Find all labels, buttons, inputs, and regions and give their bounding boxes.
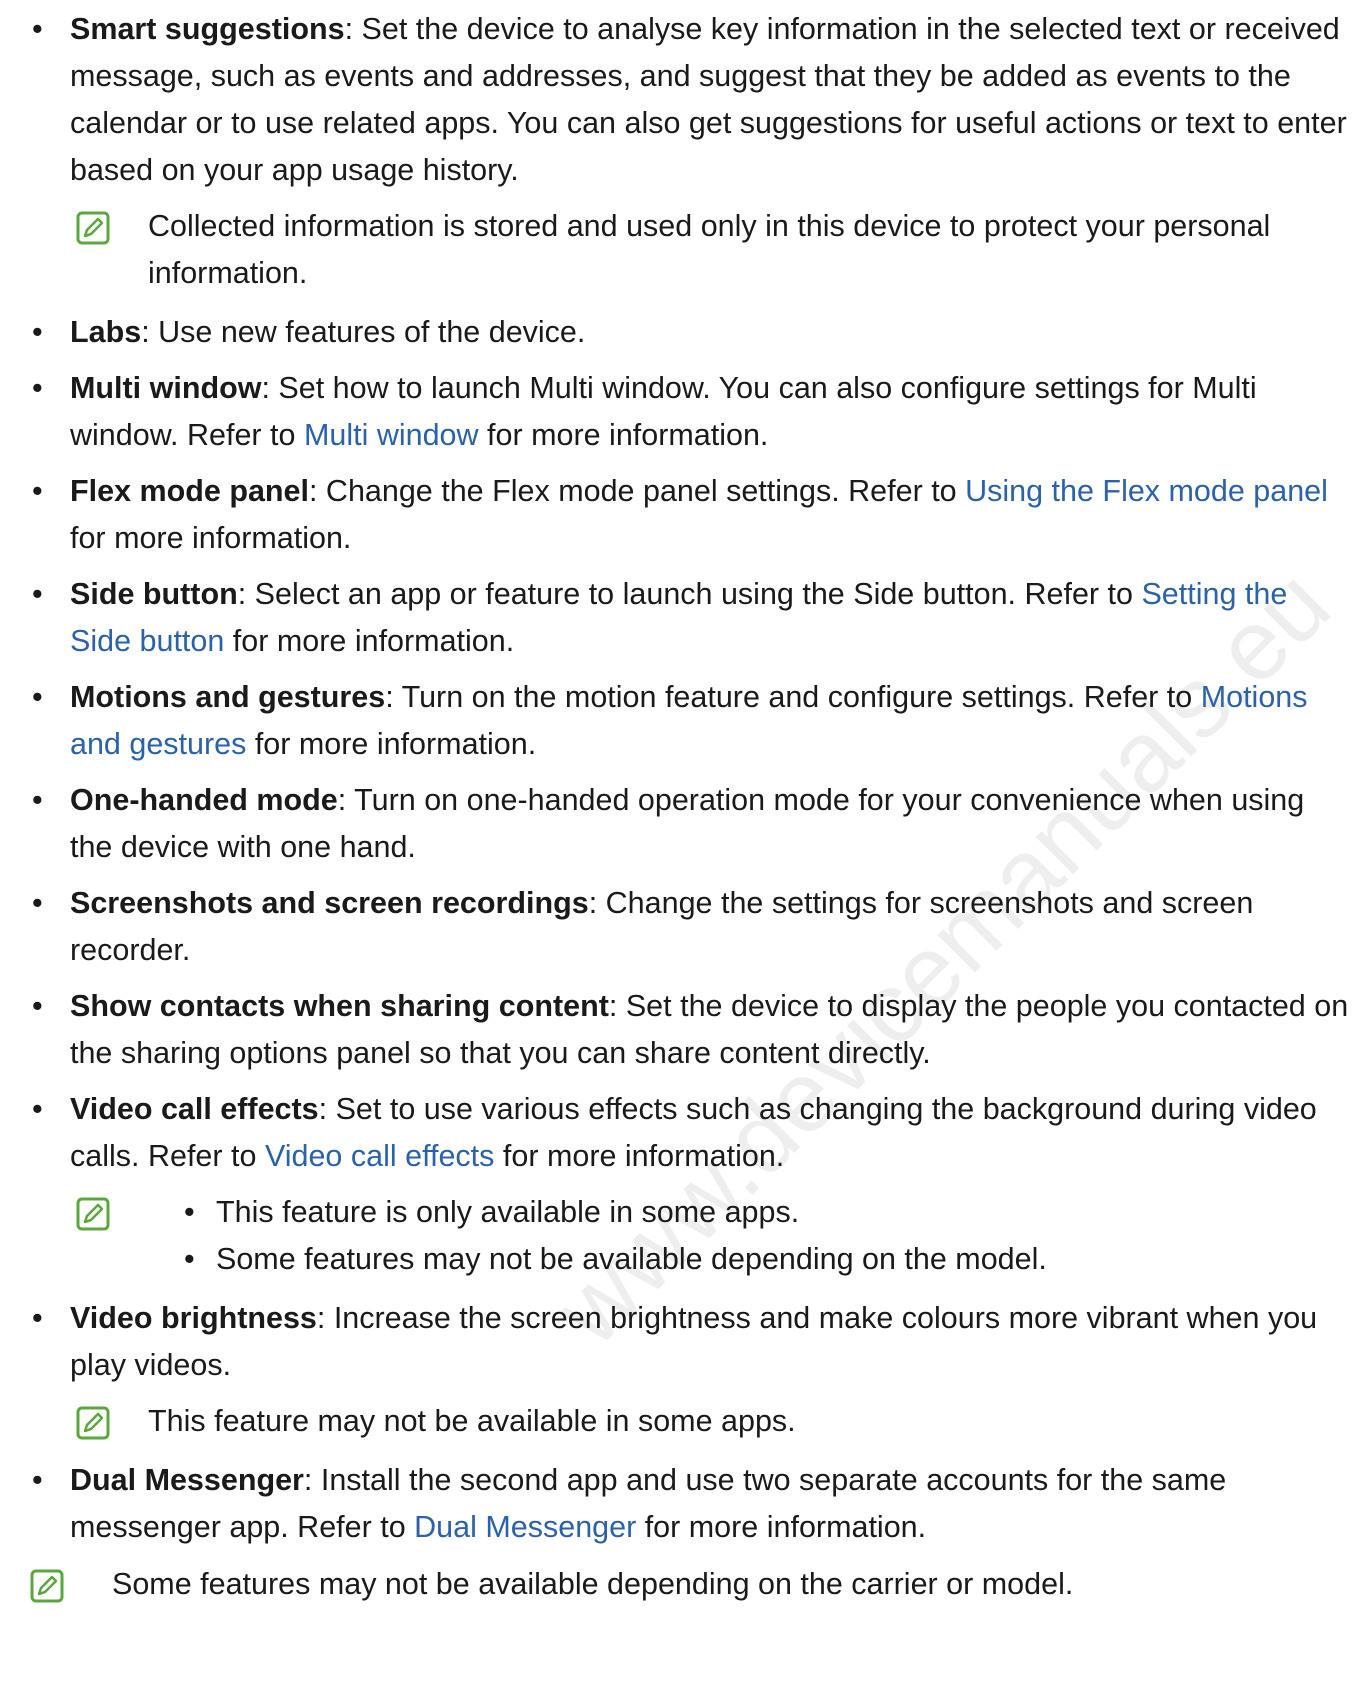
bullet: • [184,1242,195,1276]
term-screenshots: Screenshots and screen recordings [70,886,589,920]
desc-dual-messenger-end: for more information. [636,1510,927,1544]
note-video-call-effects: • This feature is only available in some… [70,1189,1350,1283]
desc-flex-mode-panel: : Change the Flex mode panel settings. R… [308,474,966,508]
bullet: • [32,1092,43,1126]
bullet: • [32,577,43,611]
desc-labs: : Use new features of the device. [141,315,586,349]
list-item-flex-mode-panel: • Flex mode panel: Change the Flex mode … [30,468,1350,562]
bullet: • [32,680,43,714]
list-item-smart-suggestions: • Smart suggestions: Set the device to a… [30,6,1350,194]
note-smart-suggestions: Collected information is stored and used… [70,203,1350,297]
bullet: • [32,989,43,1023]
term-show-contacts: Show contacts when sharing content [70,989,609,1023]
list-item-screenshots: • Screenshots and screen recordings: Cha… [30,880,1350,974]
final-note-text: Some features may not be available depen… [112,1567,1074,1601]
term-smart-suggestions: Smart suggestions [70,12,345,46]
term-multi-window: Multi window [70,371,262,405]
term-video-call-effects: Video call effects [70,1092,319,1126]
list-item-show-contacts: • Show contacts when sharing content: Se… [30,983,1350,1077]
list-item-video-call-effects: • Video call effects: Set to use various… [30,1086,1350,1180]
link-video-call-effects[interactable]: Video call effects [265,1139,494,1173]
bullet: • [184,1195,195,1229]
term-dual-messenger: Dual Messenger [70,1463,304,1497]
link-dual-messenger[interactable]: Dual Messenger [414,1510,636,1544]
desc-side-button: : Select an app or feature to launch usi… [237,577,1142,611]
note-pen-icon [30,1569,64,1603]
bullet: • [32,371,43,405]
desc-motions-and-gestures-end: for more information. [246,727,537,761]
note-sub-item: • Some features may not be available dep… [182,1236,1350,1283]
desc-side-button-end: for more information. [224,624,515,658]
note-pen-icon [76,1197,110,1231]
bullet: • [32,783,43,817]
desc-multi-window-end: for more information. [478,418,769,452]
list-item-motions-and-gestures: • Motions and gestures: Turn on the moti… [30,674,1350,768]
term-video-brightness: Video brightness [70,1301,317,1335]
document-page: • Smart suggestions: Set the device to a… [30,6,1350,1608]
list-item-video-brightness: • Video brightness: Increase the screen … [30,1295,1350,1389]
note-sub-text: This feature is only available in some a… [216,1195,800,1229]
term-one-handed-mode: One-handed mode [70,783,338,817]
list-item-labs: • Labs: Use new features of the device. [30,309,1350,356]
note-sub-text: Some features may not be available depen… [216,1242,1047,1276]
note-text: Collected information is stored and used… [148,209,1271,290]
desc-video-call-effects-end: for more information. [494,1139,785,1173]
bullet: • [32,886,43,920]
list-item-multi-window: • Multi window: Set how to launch Multi … [30,365,1350,459]
desc-motions-and-gestures: : Turn on the motion feature and configu… [385,680,1201,714]
list-item-side-button: • Side button: Select an app or feature … [30,571,1350,665]
term-flex-mode-panel: Flex mode panel [70,474,309,508]
bullet: • [32,1463,43,1497]
bullet: • [32,474,43,508]
term-labs: Labs [70,315,142,349]
final-note: Some features may not be available depen… [30,1561,1350,1608]
list-item-dual-messenger: • Dual Messenger: Install the second app… [30,1457,1350,1551]
note-sub-item: • This feature is only available in some… [182,1189,1350,1236]
note-video-brightness: This feature may not be available in som… [70,1398,1350,1445]
desc-flex-mode-panel-end: for more information. [70,521,352,555]
term-motions-and-gestures: Motions and gestures [70,680,386,714]
link-flex-mode-panel[interactable]: Using the Flex mode panel [965,474,1328,508]
note-pen-icon [76,1406,110,1440]
bullet: • [32,12,43,46]
term-side-button: Side button [70,577,238,611]
link-multi-window[interactable]: Multi window [304,418,479,452]
note-text: This feature may not be available in som… [148,1404,796,1438]
bullet: • [32,315,43,349]
bullet: • [32,1301,43,1335]
note-pen-icon [76,211,110,245]
list-item-one-handed-mode: • One-handed mode: Turn on one-handed op… [30,777,1350,871]
